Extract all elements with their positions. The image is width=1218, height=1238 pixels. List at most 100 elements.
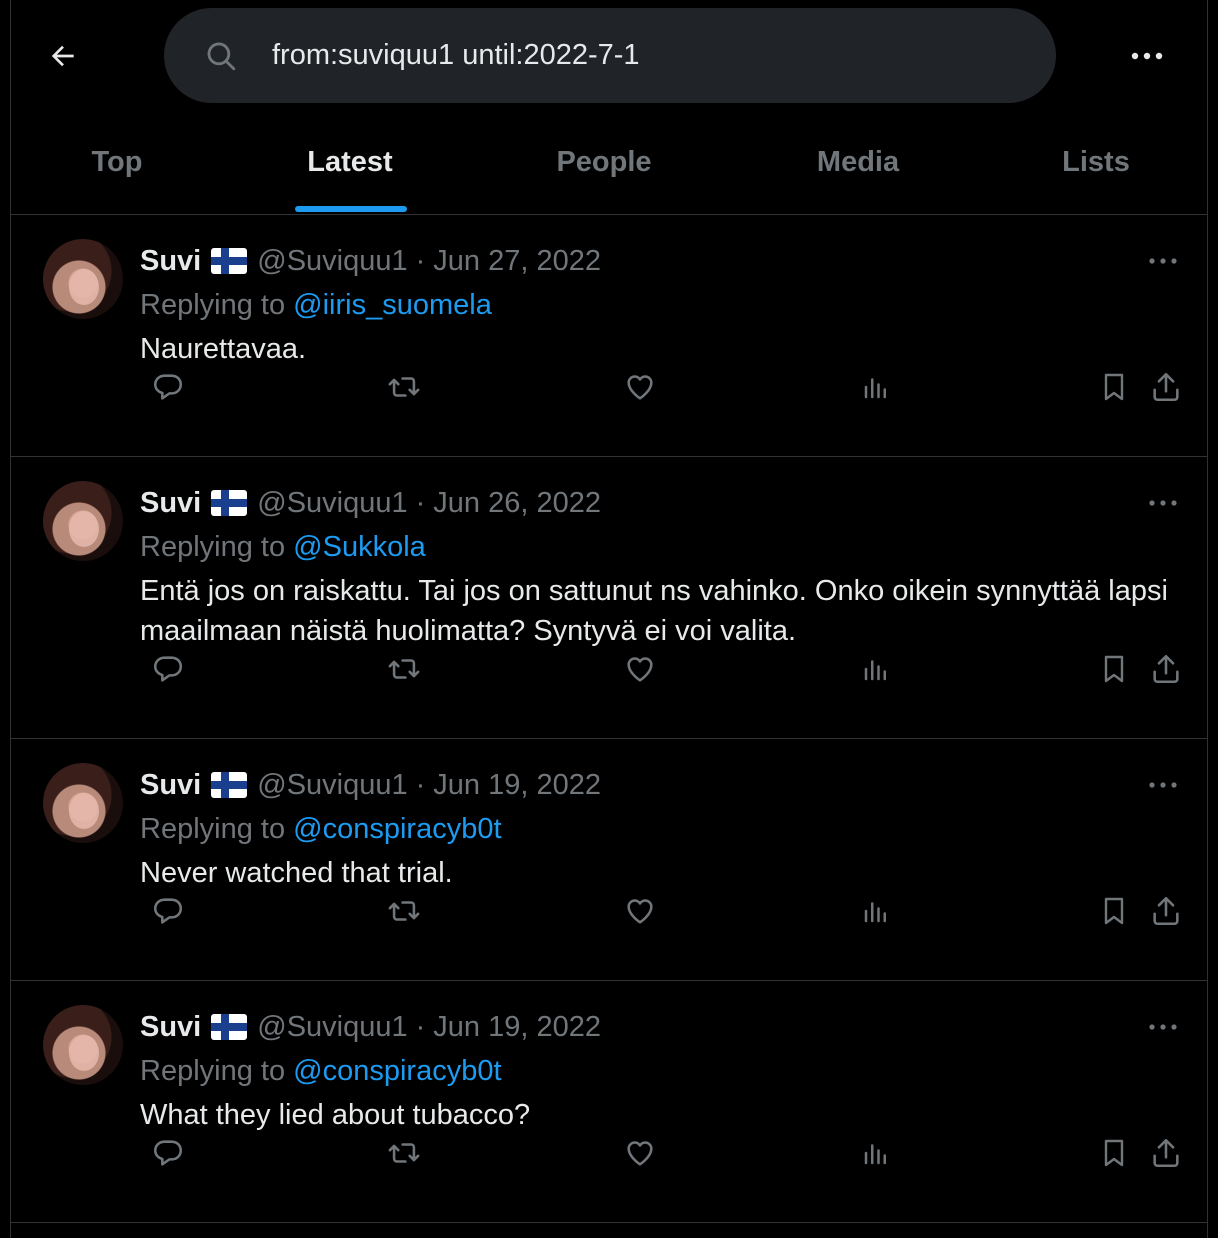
replying-prefix: Replying to — [140, 289, 286, 321]
views-button[interactable] — [856, 1133, 896, 1173]
replying-prefix: Replying to — [140, 813, 286, 845]
handle[interactable]: @Suviquu1 — [257, 487, 407, 520]
tweet-text: Never watched that trial. — [140, 857, 453, 889]
replying-to-link[interactable]: @conspiracyb0t — [293, 1055, 501, 1087]
tab-latest[interactable]: Latest — [223, 110, 477, 214]
tweet[interactable]: Suvi @Suviquu1 · Jun 19, 2022 Replying t… — [11, 981, 1207, 1223]
share-button[interactable] — [1146, 367, 1186, 407]
heart-icon — [627, 1141, 653, 1166]
tweet-more-button[interactable] — [1143, 483, 1183, 523]
more-options-button[interactable] — [1127, 36, 1167, 76]
tab-label: Top — [91, 145, 143, 178]
tweet-content: Suvi @Suviquu1 · Jun 19, 2022 Replying t… — [140, 765, 1177, 893]
tweet-text: Naurettavaa. — [140, 333, 307, 365]
tab-label: Lists — [1062, 145, 1130, 178]
avatar[interactable] — [43, 763, 123, 843]
share-icon — [1153, 896, 1179, 926]
timestamp[interactable]: Jun 26, 2022 — [433, 487, 601, 520]
finland-flag-icon — [211, 490, 248, 516]
tweet-content: Suvi @Suviquu1 · Jun 19, 2022 Replying t… — [140, 1007, 1177, 1135]
more-horizontal-icon — [1149, 258, 1177, 264]
handle[interactable]: @Suviquu1 — [257, 245, 407, 278]
timestamp[interactable]: Jun 19, 2022 — [433, 1011, 601, 1044]
replying-to-link[interactable]: @Sukkola — [293, 531, 426, 563]
handle[interactable]: @Suviquu1 — [257, 769, 407, 802]
retweet-icon — [388, 659, 420, 679]
bookmark-button[interactable] — [1094, 367, 1134, 407]
retweet-icon — [388, 1143, 420, 1163]
replying-prefix: Replying to — [140, 1055, 286, 1087]
active-tab-indicator — [295, 206, 407, 212]
timestamp[interactable]: Jun 19, 2022 — [433, 769, 601, 802]
tweet-more-button[interactable] — [1143, 765, 1183, 805]
timestamp[interactable]: Jun 27, 2022 — [433, 245, 601, 278]
views-button[interactable] — [856, 891, 896, 931]
share-icon — [1153, 654, 1179, 684]
retweet-button[interactable] — [384, 891, 424, 931]
back-button[interactable] — [43, 36, 83, 76]
search-results-page: Top Latest People Media Lists Suvi @Suvi… — [10, 0, 1208, 1238]
reply-button[interactable] — [148, 891, 188, 931]
retweet-button[interactable] — [384, 1133, 424, 1173]
replying-to-link[interactable]: @conspiracyb0t — [293, 813, 501, 845]
tab-media[interactable]: Media — [731, 110, 985, 214]
display-name[interactable]: Suvi — [140, 1011, 201, 1044]
avatar[interactable] — [43, 1005, 123, 1085]
tab-bar: Top Latest People Media Lists — [11, 110, 1207, 215]
reply-button[interactable] — [148, 1133, 188, 1173]
tab-people[interactable]: People — [477, 110, 731, 214]
reply-icon — [153, 374, 183, 400]
retweet-icon — [388, 377, 420, 397]
handle[interactable]: @Suviquu1 — [257, 1011, 407, 1044]
bookmark-button[interactable] — [1094, 1133, 1134, 1173]
heart-icon — [627, 899, 653, 924]
replying-to: Replying to @conspiracyb0t — [140, 1051, 1177, 1091]
share-icon — [1153, 372, 1179, 402]
bookmark-button[interactable] — [1094, 891, 1134, 931]
search-bar[interactable] — [164, 8, 1056, 103]
views-button[interactable] — [856, 649, 896, 689]
search-input[interactable] — [270, 38, 974, 73]
avatar[interactable] — [43, 481, 123, 561]
bookmark-icon — [1104, 897, 1124, 925]
share-button[interactable] — [1146, 1133, 1186, 1173]
views-button[interactable] — [856, 367, 896, 407]
like-button[interactable] — [620, 367, 660, 407]
bar-chart-icon — [864, 1144, 886, 1165]
tweet-text: Entä jos on raiskattu. Tai jos on sattun… — [140, 575, 1168, 647]
tab-lists[interactable]: Lists — [985, 110, 1207, 214]
replying-to: Replying to @iiris_suomela — [140, 285, 1177, 325]
share-button[interactable] — [1146, 649, 1186, 689]
like-button[interactable] — [620, 649, 660, 689]
retweet-button[interactable] — [384, 649, 424, 689]
like-button[interactable] — [620, 1133, 660, 1173]
arrow-left-icon — [51, 45, 74, 67]
finland-flag-icon — [211, 1014, 248, 1040]
avatar[interactable] — [43, 239, 123, 319]
search-icon — [204, 39, 238, 73]
replying-to-link[interactable]: @iiris_suomela — [293, 289, 492, 321]
share-button[interactable] — [1146, 891, 1186, 931]
header — [11, 0, 1207, 110]
retweet-button[interactable] — [384, 367, 424, 407]
bookmark-icon — [1104, 1139, 1124, 1167]
separator: · — [415, 768, 426, 801]
bookmark-button[interactable] — [1094, 649, 1134, 689]
tab-top[interactable]: Top — [11, 110, 223, 214]
tweet[interactable]: Suvi @Suviquu1 · Jun 27, 2022 Replying t… — [11, 215, 1207, 457]
display-name[interactable]: Suvi — [140, 245, 201, 278]
share-icon — [1153, 1138, 1179, 1168]
like-button[interactable] — [620, 891, 660, 931]
display-name[interactable]: Suvi — [140, 487, 201, 520]
finland-flag-icon — [211, 248, 248, 274]
tweet[interactable]: Suvi @Suviquu1 · Jun 26, 2022 Replying t… — [11, 457, 1207, 739]
tweet-more-button[interactable] — [1143, 241, 1183, 281]
reply-icon — [153, 656, 183, 682]
tweet-actions — [140, 891, 1187, 931]
reply-button[interactable] — [148, 367, 188, 407]
display-name[interactable]: Suvi — [140, 769, 201, 802]
tweet[interactable]: Suvi @Suviquu1 · Jun 19, 2022 Replying t… — [11, 739, 1207, 981]
heart-icon — [627, 375, 653, 400]
reply-button[interactable] — [148, 649, 188, 689]
tweet-more-button[interactable] — [1143, 1007, 1183, 1047]
